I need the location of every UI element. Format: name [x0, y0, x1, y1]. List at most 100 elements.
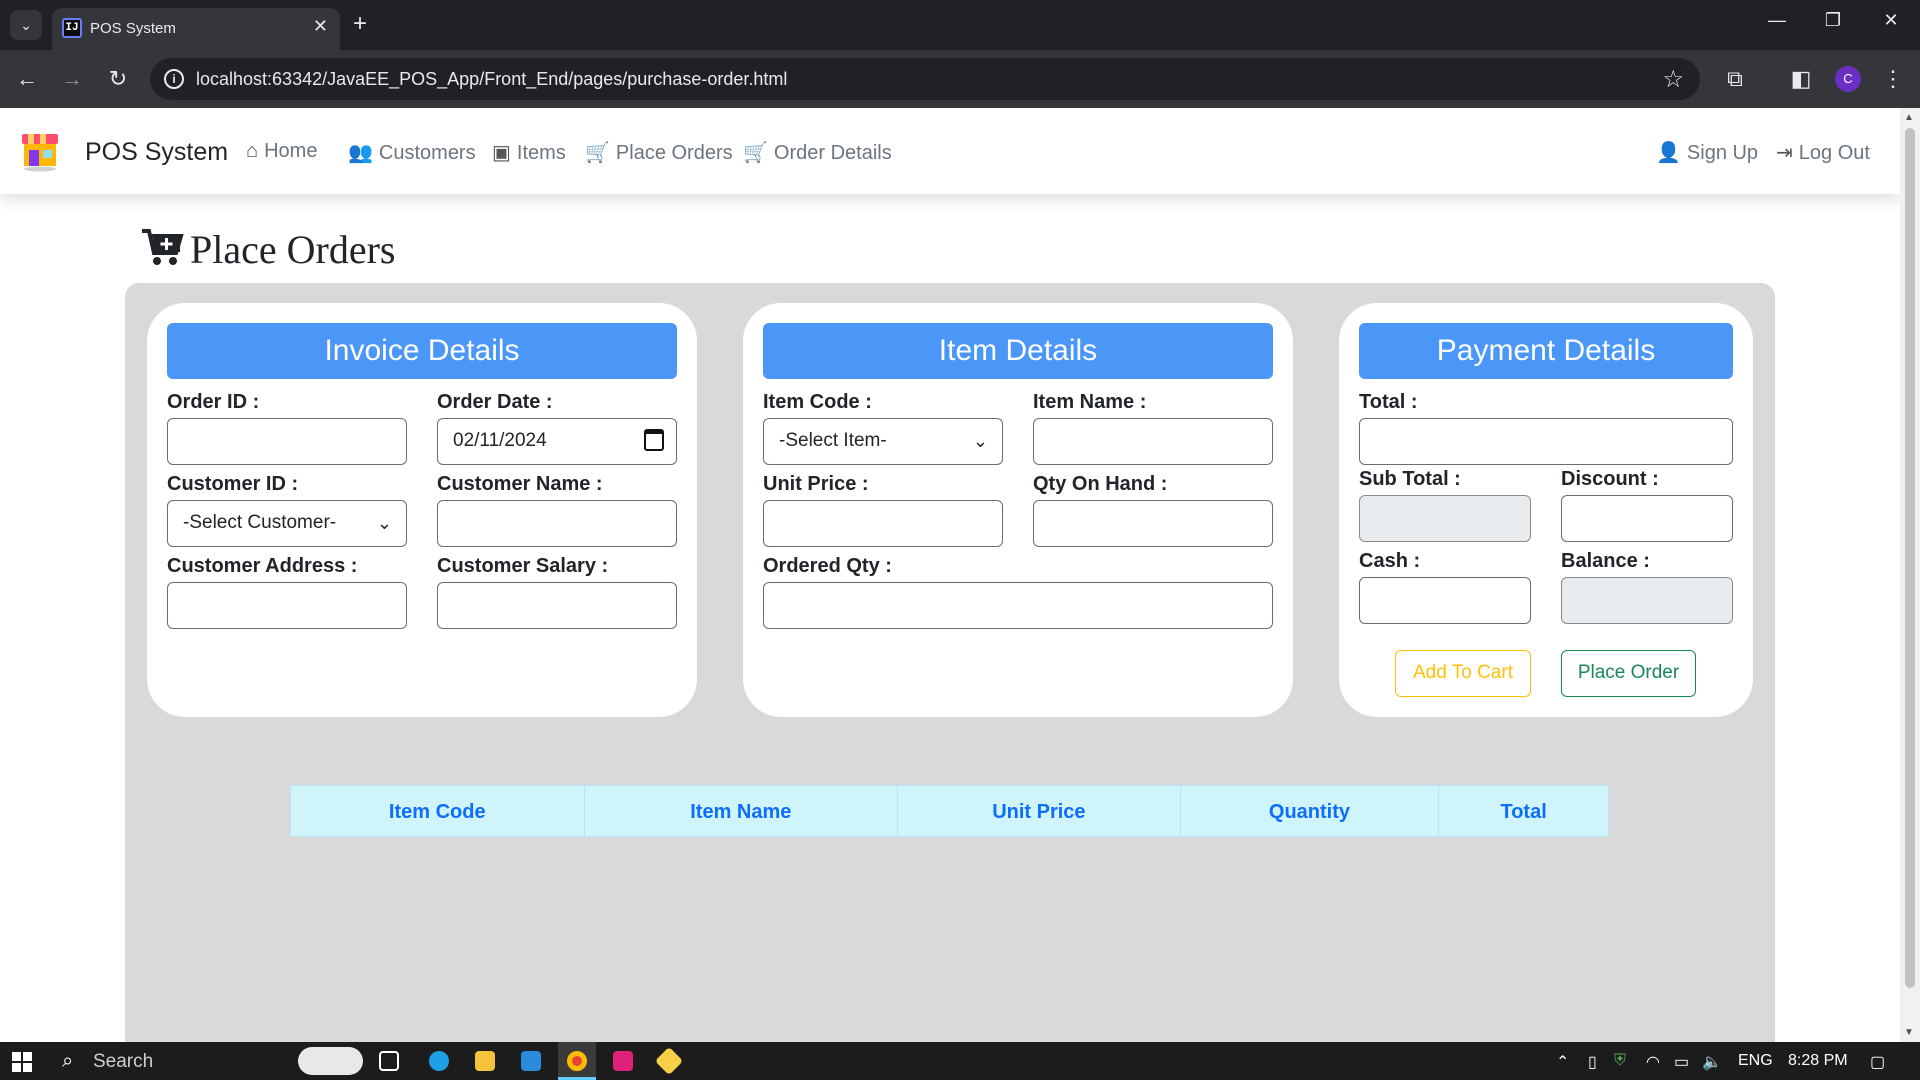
payment-details-card: Payment Details Total : Sub Total : Disc… — [1339, 303, 1753, 717]
menu-icon[interactable]: ⋮ — [1878, 64, 1908, 94]
nav-place-orders[interactable]: 🛒 Place Orders — [585, 140, 733, 165]
scrollbar-thumb[interactable] — [1905, 128, 1915, 988]
cash-input[interactable] — [1359, 577, 1531, 624]
item-code-select[interactable]: -Select Item- ⌄ — [763, 418, 1003, 465]
tab-search-button[interactable]: ⌄ — [10, 10, 42, 40]
item-code-selected: -Select Item- — [779, 430, 887, 451]
balance-label: Balance : — [1561, 550, 1650, 572]
minimize-icon[interactable]: — — [1762, 10, 1792, 31]
nav-customers[interactable]: 👥 Customers — [348, 140, 476, 165]
unit-price-input[interactable] — [763, 500, 1003, 547]
sub-total-input[interactable] — [1359, 495, 1531, 542]
profile-avatar[interactable]: C — [1835, 66, 1861, 92]
intellij-icon[interactable] — [604, 1042, 642, 1080]
add-to-cart-button[interactable]: Add To Cart — [1395, 650, 1531, 697]
device-icon[interactable]: ▯ — [1588, 1052, 1597, 1072]
extensions-icon[interactable]: ⧉ — [1720, 64, 1750, 94]
volume-icon[interactable]: 🔈 — [1702, 1052, 1722, 1072]
task-view-icon[interactable] — [370, 1042, 408, 1080]
balance-input[interactable] — [1561, 577, 1733, 624]
nav-customers-label: Customers — [378, 142, 476, 164]
nav-log-out-label: Log Out — [1798, 142, 1870, 164]
app-icon[interactable] — [650, 1042, 688, 1080]
nav-log-out[interactable]: ⇥ Log Out — [1776, 140, 1870, 165]
nav-order-details[interactable]: 🛒 Order Details — [743, 140, 892, 165]
page-scrollbar[interactable]: ▲ ▼ — [1900, 108, 1920, 1042]
brand-name[interactable]: POS System — [85, 138, 228, 167]
address-bar[interactable]: i localhost:63342/JavaEE_POS_App/Front_E… — [150, 58, 1700, 100]
users-icon: 👥 — [348, 142, 373, 164]
cart-icon: 🛒 — [585, 142, 610, 164]
scroll-up-icon[interactable]: ▲ — [1904, 112, 1914, 123]
shield-icon[interactable]: ⛨ — [1614, 1052, 1626, 1070]
new-tab-icon[interactable]: + — [353, 10, 367, 38]
edge-icon[interactable] — [420, 1042, 458, 1080]
page-title-text: Place Orders — [190, 227, 396, 272]
windows-start-icon[interactable] — [12, 1052, 32, 1072]
clock[interactable]: 8:28 PM — [1788, 1052, 1848, 1070]
nav-place-orders-label: Place Orders — [615, 142, 733, 164]
total-input[interactable] — [1359, 418, 1733, 465]
discount-label: Discount : — [1561, 468, 1659, 490]
language-indicator[interactable]: ENG — [1738, 1052, 1773, 1070]
place-order-button[interactable]: Place Order — [1561, 650, 1696, 697]
cart-table-header: Item Code Item Name Unit Price Quantity … — [290, 785, 1609, 837]
file-explorer-icon[interactable] — [466, 1042, 504, 1080]
wifi-icon[interactable]: ◠ — [1646, 1052, 1660, 1072]
column-header-total: Total — [1500, 801, 1547, 823]
search-icon[interactable]: ⌕ — [62, 1050, 73, 1073]
unit-price-label: Unit Price : — [763, 473, 869, 495]
scroll-down-icon[interactable]: ▼ — [1904, 1027, 1914, 1038]
reload-icon[interactable]: ↻ — [103, 64, 133, 94]
notification-icon[interactable]: ▢ — [1870, 1052, 1885, 1072]
sub-total-label: Sub Total : — [1359, 468, 1461, 490]
mail-icon[interactable] — [512, 1042, 550, 1080]
tab-close-icon[interactable]: ✕ — [313, 16, 328, 37]
forward-icon[interactable]: → — [57, 64, 87, 94]
customer-address-label: Customer Address : — [167, 555, 358, 577]
browser-tab[interactable]: IJ POS System ✕ — [52, 8, 340, 50]
nav-sign-up[interactable]: 👤 Sign Up — [1656, 140, 1758, 165]
taskbar-search[interactable]: Search — [93, 1051, 153, 1073]
item-name-label: Item Name : — [1033, 391, 1147, 413]
customer-salary-input[interactable] — [437, 582, 677, 629]
side-panel-icon[interactable]: ◧ — [1786, 64, 1816, 94]
customer-name-input[interactable] — [437, 500, 677, 547]
page-title: Place Orders — [140, 226, 395, 273]
customer-id-select[interactable]: -Select Customer- ⌄ — [167, 500, 407, 547]
item-name-input[interactable] — [1033, 418, 1273, 465]
order-date-input[interactable]: 02/11/2024 — [437, 418, 677, 465]
battery-icon[interactable]: ▭ — [1674, 1052, 1689, 1072]
bag-icon: ▣ — [492, 142, 511, 164]
discount-input[interactable] — [1561, 495, 1733, 542]
nav-items[interactable]: ▣ Items — [492, 140, 566, 165]
close-window-icon[interactable]: ✕ — [1876, 10, 1906, 31]
restore-icon[interactable]: ❐ — [1818, 10, 1848, 31]
site-info-icon[interactable]: i — [164, 69, 184, 89]
home-icon: ⌂ — [246, 140, 259, 162]
order-id-input[interactable] — [167, 418, 407, 465]
tray-overflow-icon[interactable]: ⌃ — [1556, 1052, 1569, 1072]
store-logo-icon[interactable] — [20, 130, 60, 172]
windows-taskbar: ⌕ Search ⌃ ▯ ⛨ ◠ ▭ 🔈 ENG 8:28 PM ▢ — [0, 1042, 1920, 1080]
customer-id-label: Customer ID : — [167, 473, 299, 495]
item-details-card: Item Details Item Code : -Select Item- ⌄… — [743, 303, 1293, 717]
column-header-item-code: Item Code — [291, 786, 585, 836]
payment-details-heading: Payment Details — [1359, 323, 1733, 379]
qty-on-hand-label: Qty On Hand : — [1033, 473, 1168, 495]
bookmark-star-icon[interactable]: ☆ — [1662, 65, 1684, 94]
calendar-icon[interactable] — [644, 429, 664, 451]
total-label: Total : — [1359, 391, 1418, 413]
logout-icon: ⇥ — [1776, 142, 1793, 164]
qty-on-hand-input[interactable] — [1033, 500, 1273, 547]
column-header-item-name: Item Name — [585, 786, 899, 836]
nav-home[interactable]: ⌂ Home — [246, 140, 317, 163]
customer-address-input[interactable] — [167, 582, 407, 629]
chevron-down-icon: ⌄ — [376, 513, 392, 533]
cart-icon: 🛒 — [743, 142, 768, 164]
copilot-icon[interactable] — [298, 1047, 363, 1075]
back-icon[interactable]: ← — [12, 64, 42, 94]
address-url[interactable]: localhost:63342/JavaEE_POS_App/Front_End… — [196, 69, 787, 90]
chrome-icon[interactable] — [558, 1042, 596, 1080]
ordered-qty-input[interactable] — [763, 582, 1273, 629]
